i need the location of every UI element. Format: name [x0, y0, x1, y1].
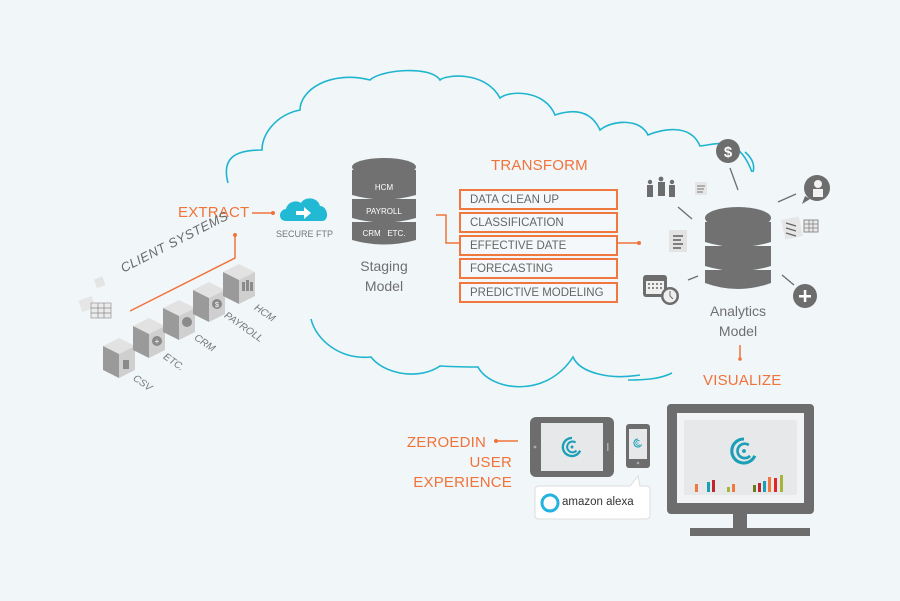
devices-group [530, 404, 814, 536]
tablet-icon [530, 417, 614, 477]
monitor-icon [667, 404, 814, 536]
alexa-label: amazon alexa [562, 496, 634, 508]
phone-icon [626, 424, 650, 468]
